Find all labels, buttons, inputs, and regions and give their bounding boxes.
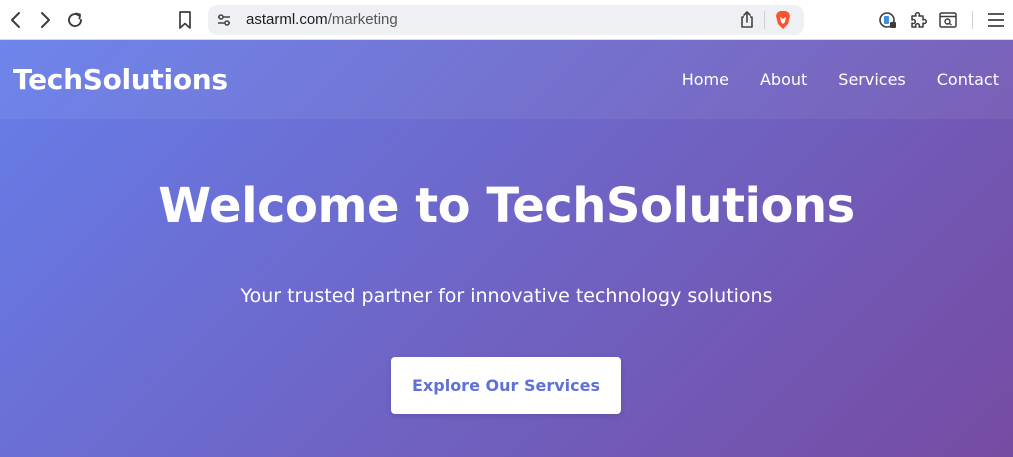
nav-link-services[interactable]: Services: [838, 70, 905, 89]
hero-subtitle: Your trusted partner for innovative tech…: [240, 285, 773, 307]
reload-icon[interactable]: [65, 10, 85, 30]
forward-icon[interactable]: [35, 10, 55, 30]
tab-search-icon[interactable]: [938, 10, 958, 30]
nav-link-contact[interactable]: Contact: [937, 70, 999, 89]
back-icon[interactable]: [6, 10, 26, 30]
bookmark-icon[interactable]: [175, 10, 195, 30]
password-manager-icon[interactable]: [878, 10, 898, 30]
hero-title: Welcome to TechSolutions: [158, 178, 855, 234]
brand-logo[interactable]: TechSolutions: [13, 40, 228, 119]
site-header: TechSolutions Home About Services Contac…: [0, 40, 1013, 119]
explore-services-button[interactable]: Explore Our Services: [391, 357, 621, 414]
extensions-icon[interactable]: [908, 10, 928, 30]
site-settings-icon[interactable]: [214, 10, 234, 30]
divider: [972, 11, 973, 29]
address-bar[interactable]: astarml.com/marketing: [208, 5, 804, 35]
brave-shields-icon[interactable]: [773, 10, 793, 30]
url-path: /marketing: [327, 11, 398, 28]
url-host: astarml.com: [246, 11, 328, 28]
browser-toolbar: astarml.com/marketing: [0, 0, 1013, 40]
url-text[interactable]: astarml.com/marketing: [246, 5, 398, 35]
webpage: TechSolutions Home About Services Contac…: [0, 40, 1013, 457]
menu-icon[interactable]: [986, 10, 1006, 30]
main-nav: Home About Services Contact: [682, 40, 999, 119]
nav-link-about[interactable]: About: [760, 70, 807, 89]
nav-link-home[interactable]: Home: [682, 70, 729, 89]
divider: [764, 11, 765, 29]
share-icon[interactable]: [737, 10, 757, 30]
